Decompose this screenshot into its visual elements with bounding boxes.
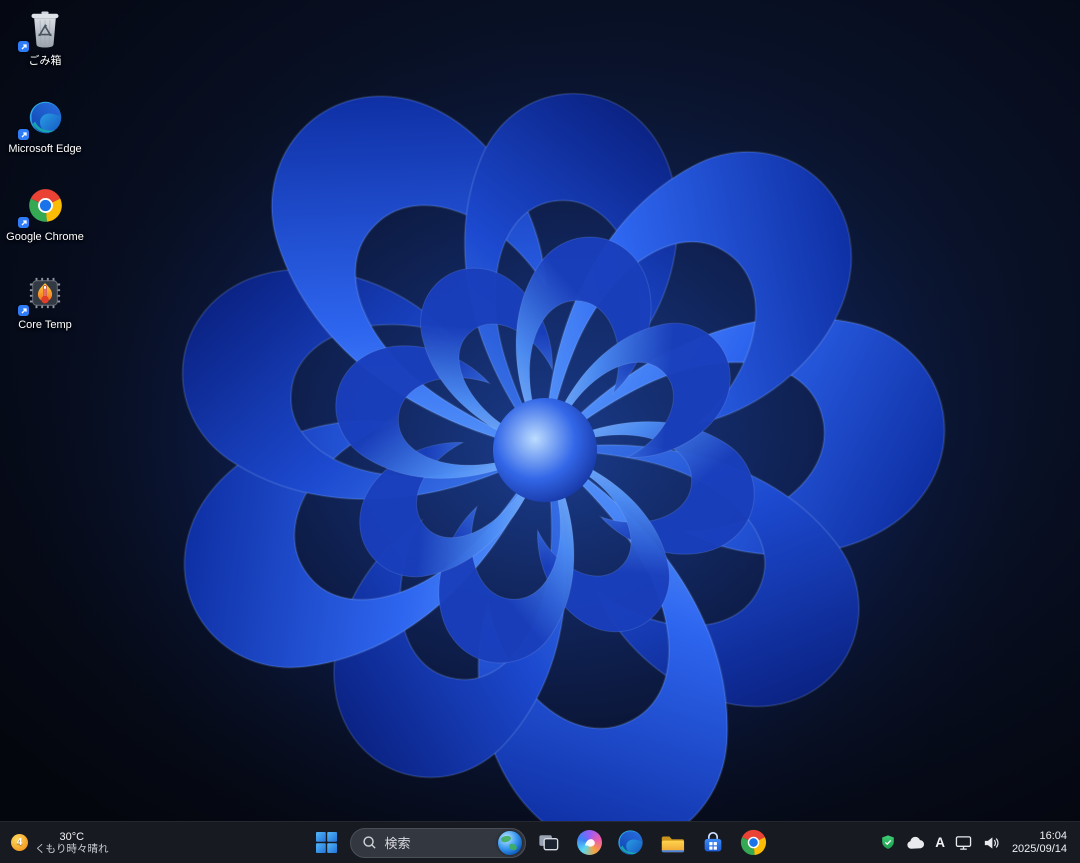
desktop-icon-label: Microsoft Edge xyxy=(8,143,82,155)
task-view-button[interactable] xyxy=(531,825,567,861)
system-tray: A 16:04 2025/09/14 xyxy=(875,822,1080,863)
task-view-icon xyxy=(536,830,561,855)
weather-temperature: 30°C xyxy=(59,830,85,843)
clock-date: 2025/09/14 xyxy=(1011,842,1067,855)
desktop-icon-label: Google Chrome xyxy=(6,231,84,243)
shortcut-arrow-icon xyxy=(18,305,29,316)
clock-time: 16:04 xyxy=(1039,829,1067,842)
weather-text: 30°C くもり時々晴れ xyxy=(35,831,109,855)
start-button[interactable] xyxy=(309,825,345,861)
desktop-icon-list: ごみ箱 Microsoft Edge Google Chrome Core Te… xyxy=(6,6,84,349)
search-box[interactable]: 検索 xyxy=(349,827,526,858)
shortcut-arrow-icon xyxy=(18,217,29,228)
weather-badge: 4 xyxy=(11,834,28,851)
bing-daily-image-icon xyxy=(497,830,522,855)
ime-mode-button[interactable]: A xyxy=(930,825,950,861)
microsoft-store-button[interactable] xyxy=(695,825,731,861)
onedrive-tray-button[interactable] xyxy=(901,825,930,861)
desktop: ごみ箱 Microsoft Edge Google Chrome Core Te… xyxy=(0,0,1080,822)
network-tray-button[interactable] xyxy=(950,825,977,861)
google-chrome-taskbar-button[interactable] xyxy=(736,825,772,861)
search-placeholder: 検索 xyxy=(384,836,411,851)
ime-mode-indicator: A xyxy=(935,835,945,850)
taskbar: 4 30°C くもり時々晴れ 検索 A 16:04 2025/09/14 xyxy=(0,821,1080,863)
desktop-icon-google-chrome[interactable]: Google Chrome xyxy=(6,182,84,261)
desktop-icon-label: Core Temp xyxy=(18,319,72,331)
copilot-button[interactable] xyxy=(572,825,608,861)
copilot-icon xyxy=(577,830,602,855)
google-chrome-icon xyxy=(6,182,84,228)
file-explorer-icon xyxy=(659,830,685,856)
security-shield-icon xyxy=(880,834,896,851)
shortcut-arrow-icon xyxy=(18,41,29,52)
search-icon xyxy=(362,835,377,850)
speaker-icon xyxy=(982,835,999,851)
taskbar-center: 検索 xyxy=(309,822,772,863)
google-chrome-icon xyxy=(740,829,767,856)
desktop-icon-recycle-bin[interactable]: ごみ箱 xyxy=(6,6,84,85)
recycle-bin-icon xyxy=(6,6,84,52)
windows-security-tray-button[interactable] xyxy=(875,825,901,861)
clock[interactable]: 16:04 2025/09/14 xyxy=(1004,830,1071,856)
microsoft-edge-icon xyxy=(617,829,644,856)
weather-condition: くもり時々晴れ xyxy=(35,842,109,855)
network-ethernet-icon xyxy=(955,835,972,851)
widgets-weather-button[interactable]: 4 30°C くもり時々晴れ xyxy=(0,822,120,863)
microsoft-edge-icon xyxy=(6,94,84,140)
desktop-icon-core-temp[interactable]: Core Temp xyxy=(6,270,84,349)
volume-tray-button[interactable] xyxy=(977,825,1004,861)
microsoft-edge-taskbar-button[interactable] xyxy=(613,825,649,861)
windows-logo-icon xyxy=(316,832,337,853)
desktop-icon-label: ごみ箱 xyxy=(28,55,62,67)
desktop-icon-microsoft-edge[interactable]: Microsoft Edge xyxy=(6,94,84,173)
cloud-icon xyxy=(906,836,925,850)
core-temp-icon xyxy=(6,270,84,316)
wallpaper-bloom xyxy=(0,0,1080,822)
microsoft-store-icon xyxy=(700,830,726,856)
file-explorer-button[interactable] xyxy=(654,825,690,861)
shortcut-arrow-icon xyxy=(18,129,29,140)
